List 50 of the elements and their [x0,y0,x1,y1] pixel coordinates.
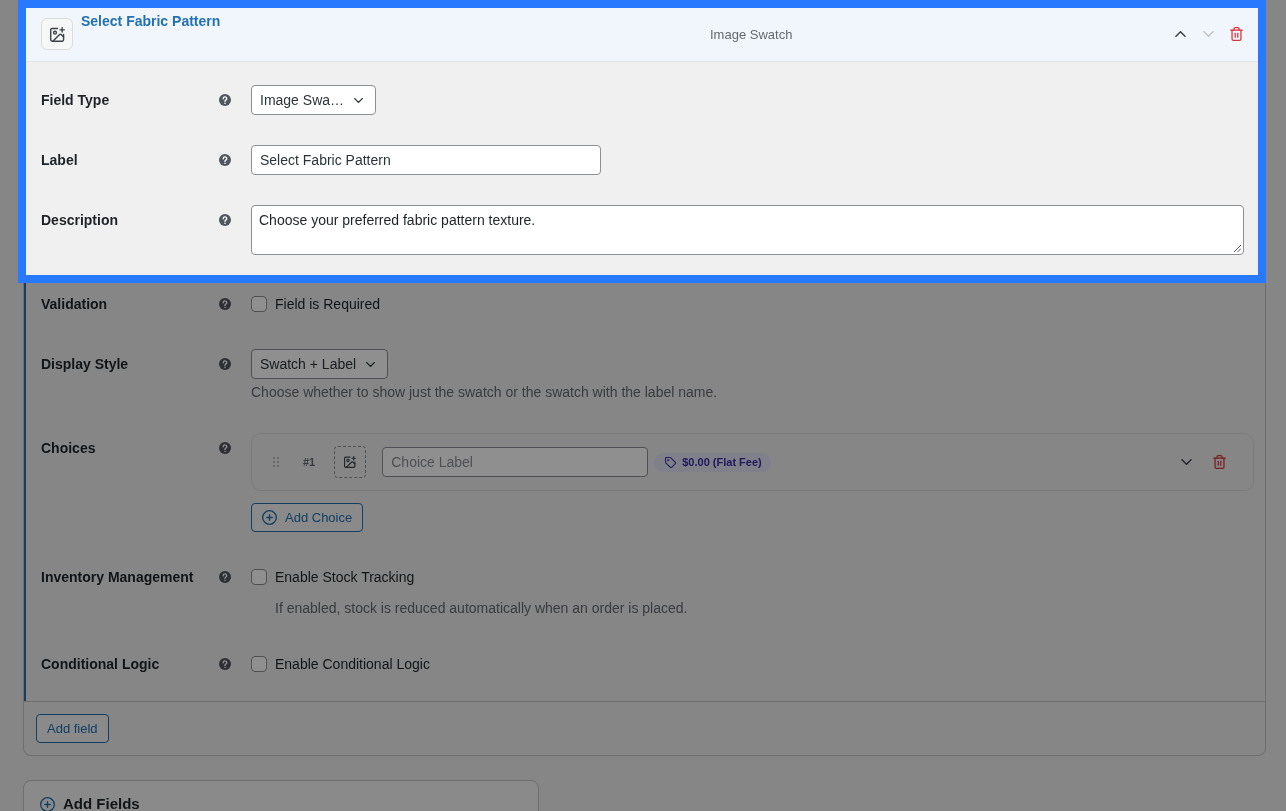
help-icon[interactable] [219,571,231,583]
help-icon[interactable] [219,94,231,106]
help-icon[interactable] [219,442,231,454]
add-field-button[interactable]: Add field [36,714,109,743]
field-label: Label [41,151,79,169]
checkbox[interactable] [251,569,267,585]
choice-number: #1 [303,456,316,468]
caret-down-icon [366,361,376,367]
help-icon[interactable] [219,154,231,166]
choice-label-input[interactable]: Choice Label [382,447,649,477]
checkbox[interactable] [251,656,267,672]
checkbox-label[interactable]: Enable Stock Tracking [275,568,415,586]
hint-text: If enabled, stock is reduced automatically when an order is placed. [275,599,689,617]
checkbox-label[interactable]: Enable Conditional Logic [275,655,430,673]
plus-circle-icon [262,510,277,525]
field-label: Description [41,211,119,229]
field-label: Validation [41,295,109,313]
price-text: $0.00 (Flat Fee) [682,456,762,468]
field-type-text: Image Swatch [710,26,793,42]
image-plus-icon [41,18,73,50]
image-plus-icon [344,456,357,468]
caret-down-icon [354,97,364,103]
chevron-up-icon [1174,31,1186,37]
field-title[interactable]: Select Fabric Pattern [81,13,710,29]
help-icon[interactable] [219,298,231,310]
panel-title[interactable]: Add Fields [63,795,140,811]
field-label: Display Style [41,355,130,373]
checkbox[interactable] [251,296,267,312]
image-upload-button[interactable] [334,446,367,478]
chevron-down-icon [1202,31,1214,37]
trash-icon [1229,27,1243,41]
hint-text: Choose whether to show just the swatch or the swatch with the label name. [251,383,719,401]
drag-handle-icon[interactable] [273,457,279,467]
help-icon[interactable] [219,358,231,370]
field-label: Inventory Management [41,568,195,586]
checkbox-label[interactable]: Field is Required [275,295,381,313]
add-choice-button[interactable]: Add Choice [251,503,364,532]
chevron-down-icon [1180,459,1192,465]
field-label: Conditional Logic [41,655,161,673]
description-textarea[interactable]: Choose your preferred fabric pattern texture. [251,205,1244,255]
resize-handle-icon[interactable] [1233,244,1241,252]
tag-icon [665,456,677,468]
trash-icon [1212,455,1226,469]
field-label: Field Type [41,91,111,109]
select-field[interactable]: Image Swa… [251,85,377,115]
help-icon[interactable] [219,214,231,226]
select-field[interactable]: Swatch + Label [251,349,389,379]
field-label: Choices [41,439,97,457]
help-icon[interactable] [219,658,231,670]
text-input[interactable]: Select Fabric Pattern [251,145,601,175]
